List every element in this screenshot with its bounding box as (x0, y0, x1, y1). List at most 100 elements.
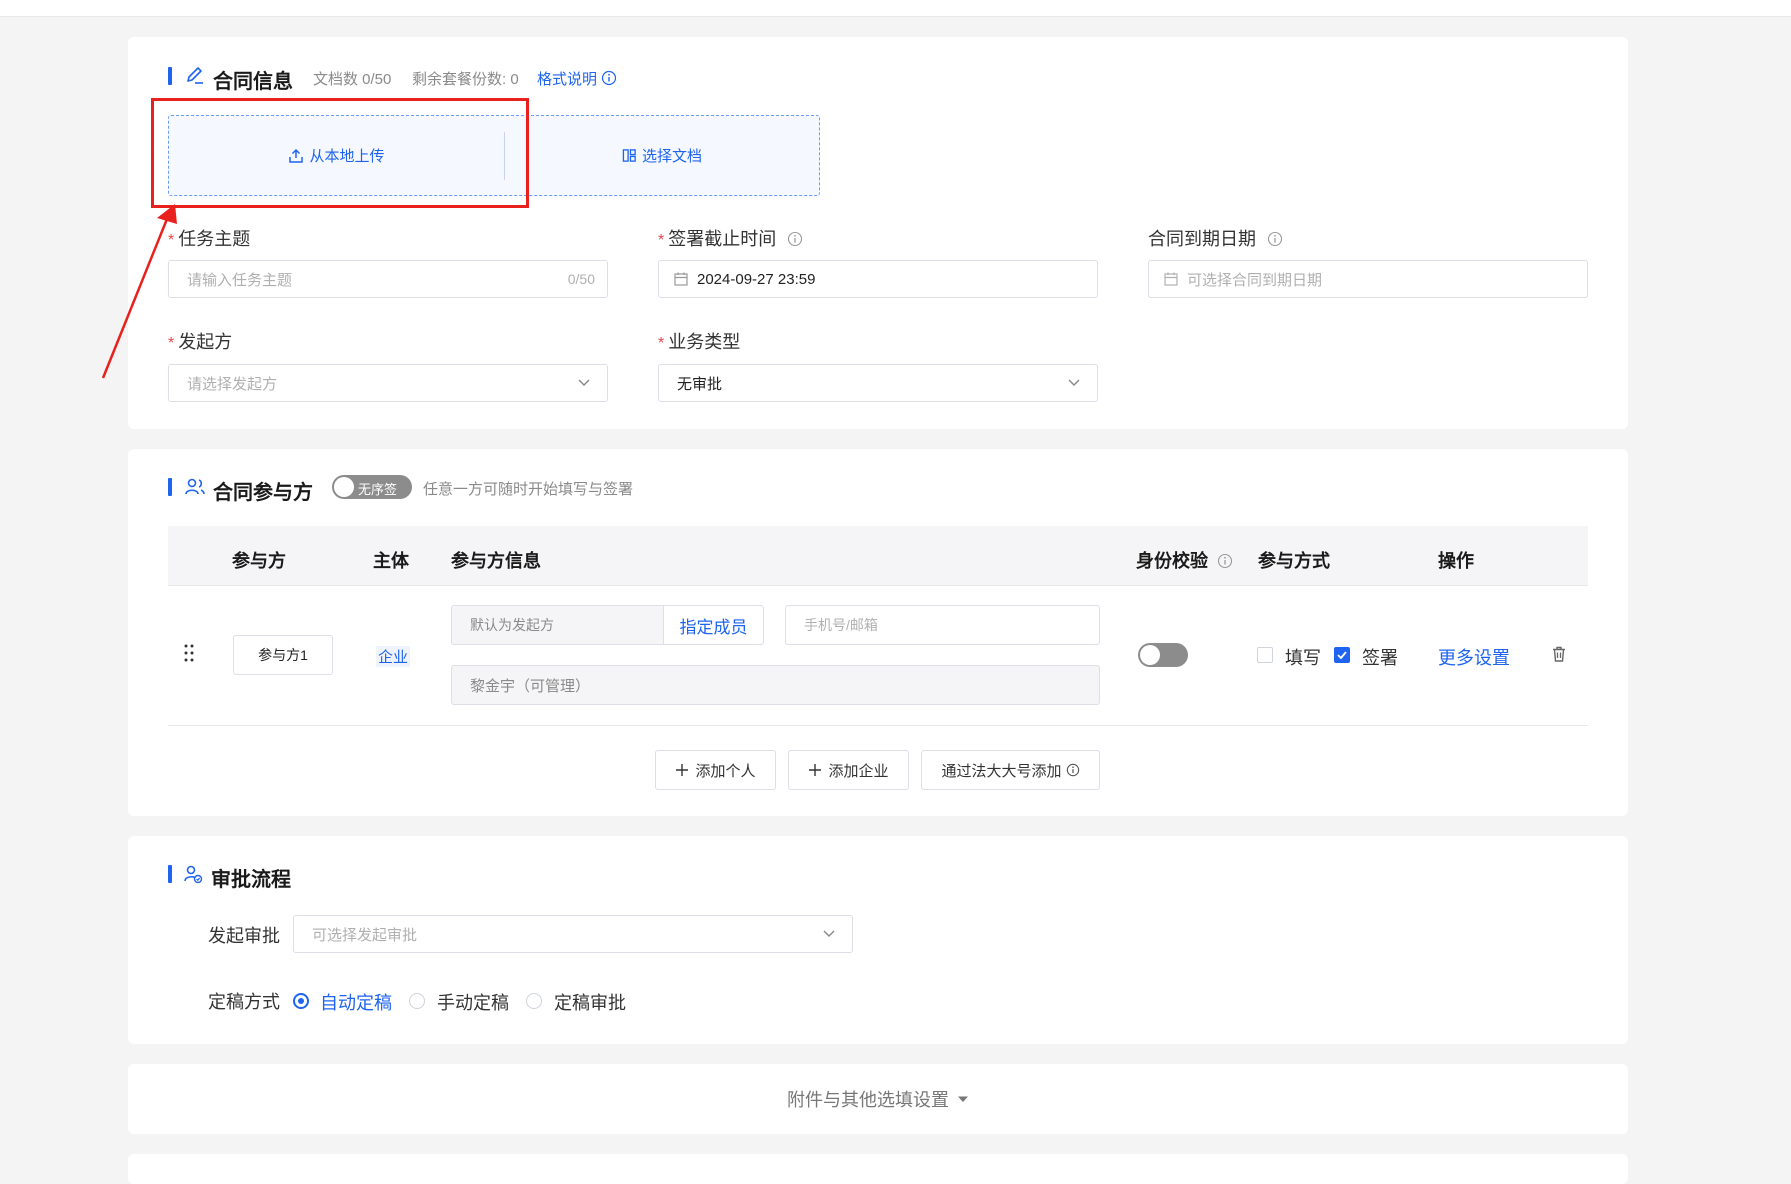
chevron-down-icon (578, 379, 590, 386)
default-initiator-field: 默认为发起方 (451, 605, 663, 645)
section-marker (168, 478, 172, 496)
participant-name-field[interactable]: 参与方1 (233, 635, 333, 675)
initiator-text: 发起方 (178, 332, 233, 352)
plus-icon (809, 764, 822, 776)
col-participant-info: 参与方信息 (451, 551, 541, 571)
section-title: 合同信息 (213, 71, 293, 93)
member-field: 黎金宇（可管理） (451, 665, 1100, 705)
toggle-knob (1140, 645, 1160, 665)
business-type-value: 无审批 (677, 375, 723, 393)
add-via-fadada-button[interactable]: 通过法大大号添加 (921, 750, 1100, 790)
add-company-button[interactable]: 添加企业 (788, 750, 909, 790)
fill-checkbox[interactable] (1257, 647, 1273, 663)
phone-email-input[interactable]: 手机号/邮箱 (785, 605, 1100, 645)
fill-label: 填写 (1285, 648, 1321, 668)
next-card (128, 1154, 1628, 1184)
sign-label: 签署 (1362, 648, 1398, 668)
sign-checkbox[interactable] (1334, 647, 1350, 663)
add-person-button[interactable]: 添加个人 (655, 750, 776, 790)
section-title: 审批流程 (211, 869, 291, 891)
annotation-highlight-box (151, 98, 529, 208)
check-icon (1337, 651, 1347, 660)
col-actions: 操作 (1438, 551, 1474, 571)
col-identity-check-label: 身份校验 (1136, 551, 1208, 571)
expiry-date-input[interactable]: 可选择合同到期日期 (1148, 260, 1588, 298)
info-icon (1267, 231, 1283, 247)
radio-auto-finalize[interactable] (293, 993, 309, 1009)
assign-member-button[interactable]: 指定成员 (663, 605, 764, 645)
finalize-approval-label: 定稿审批 (554, 993, 626, 1013)
radio-finalize-approval[interactable] (526, 993, 542, 1009)
col-participation-mode: 参与方式 (1258, 551, 1330, 571)
initiate-approval-label: 发起审批 (208, 926, 280, 946)
users-icon (185, 478, 205, 495)
initiate-approval-select[interactable]: 可选择发起审批 (293, 915, 853, 953)
select-doc-label: 选择文档 (641, 148, 702, 165)
attachments-card[interactable]: 附件与其他选填设置 (128, 1064, 1628, 1134)
doc-count: 文档数 0/50 (313, 71, 392, 88)
add-via-fadada-label: 通过法大大号添加 (941, 762, 1062, 780)
auto-finalize-label: 自动定稿 (320, 993, 392, 1013)
calendar-icon (1164, 272, 1178, 286)
add-company-label: 添加企业 (828, 762, 889, 780)
business-type-text: 业务类型 (668, 332, 741, 352)
sequence-toggle[interactable]: 无序签 (332, 475, 412, 499)
col-identity-check: 身份校验 (1136, 547, 1233, 573)
format-help-label: 格式说明 (537, 71, 598, 88)
task-subject-text: 任务主题 (178, 229, 251, 249)
approval-user-icon (184, 865, 203, 884)
task-subject-counter: 0/50 (567, 271, 595, 287)
remaining-count: 剩余套餐份数: 0 (412, 71, 519, 88)
contract-info-card: 合同信息 文档数 0/50 剩余套餐份数: 0 格式说明 从本地上传 选择文档 … (128, 37, 1628, 429)
initiator-select[interactable]: 请选择发起方 (168, 364, 608, 402)
table-header: 参与方 主体 参与方信息 身份校验 参与方式 操作 (168, 526, 1588, 586)
task-subject-placeholder: 请输入任务主题 (187, 271, 293, 289)
format-help-link[interactable]: 格式说明 (537, 68, 617, 89)
info-icon (1217, 553, 1233, 569)
participants-card: 合同参与方 无序签 任意一方可随时开始填写与签署 参与方 主体 参与方信息 身份… (128, 449, 1628, 816)
edit-icon (187, 67, 203, 84)
calendar-icon (674, 272, 688, 286)
attachments-label: 附件与其他选填设置 (787, 1090, 949, 1110)
col-participant: 参与方 (232, 551, 286, 571)
info-icon (788, 231, 803, 247)
finalize-method-label: 定稿方式 (208, 992, 280, 1012)
initiator-placeholder: 请选择发起方 (187, 375, 278, 393)
radio-manual-finalize[interactable] (409, 993, 425, 1009)
sign-deadline-label: * 签署截止时间 (658, 225, 803, 251)
trash-icon[interactable] (1550, 645, 1568, 663)
sign-deadline-input[interactable]: 2024-09-27 23:59 (658, 260, 1098, 298)
drag-handle-icon[interactable] (183, 643, 195, 663)
attachments-toggle[interactable]: 附件与其他选填设置 (128, 1064, 1628, 1134)
table-row: 参与方1 企业 默认为发起方 指定成员 手机号/邮箱 黎金宇（可管理） 填写 签… (168, 585, 1588, 726)
chevron-down-icon (1068, 379, 1080, 386)
sequence-hint: 任意一方可随时开始填写与签署 (423, 481, 634, 498)
task-subject-input[interactable]: 请输入任务主题 0/50 (168, 260, 608, 298)
annotation-arrow (101, 204, 177, 379)
document-grid-icon (622, 149, 636, 162)
section-title: 合同参与方 (213, 482, 313, 504)
expiry-date-text: 合同到期日期 (1148, 229, 1256, 249)
toggle-label: 无序签 (358, 482, 398, 497)
business-type-select[interactable]: 无审批 (658, 364, 1098, 402)
sign-deadline-value: 2024-09-27 23:59 (697, 270, 816, 288)
col-entity: 主体 (373, 551, 409, 571)
add-person-label: 添加个人 (695, 762, 756, 780)
chevron-down-icon (823, 930, 835, 937)
identity-check-toggle[interactable] (1138, 643, 1188, 667)
approval-card: 审批流程 发起审批 可选择发起审批 定稿方式 自动定稿 手动定稿 定稿审批 (128, 836, 1628, 1044)
toggle-knob (334, 477, 354, 497)
more-settings-link[interactable]: 更多设置 (1438, 644, 1510, 670)
section-marker (168, 67, 172, 85)
sign-deadline-text: 签署截止时间 (668, 229, 777, 249)
select-doc-button[interactable]: 选择文档 (505, 116, 819, 195)
caret-down-icon (958, 1096, 968, 1102)
info-icon (602, 70, 617, 86)
initiate-approval-placeholder: 可选择发起审批 (312, 926, 418, 944)
info-icon (1066, 763, 1079, 777)
entity-type-link[interactable]: 企业 (376, 646, 411, 667)
expiry-date-label: 合同到期日期 (1148, 225, 1283, 251)
top-bar (0, 0, 1791, 17)
manual-finalize-label: 手动定稿 (437, 993, 509, 1013)
section-marker (168, 865, 172, 883)
